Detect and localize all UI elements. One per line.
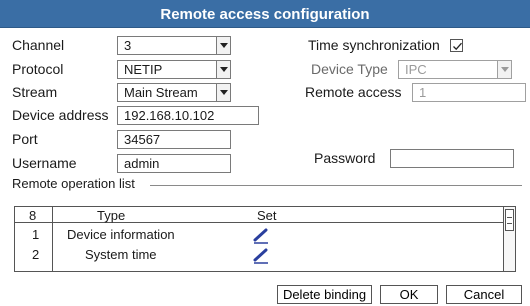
list-item[interactable]: 2 System time	[15, 245, 503, 265]
username-label: Username	[12, 155, 77, 171]
pen-icon[interactable]	[251, 227, 271, 245]
column-header-type[interactable]: Type	[97, 208, 125, 223]
stream-select[interactable]: Main Stream	[117, 83, 231, 102]
row-index: 2	[32, 247, 40, 262]
dialog-title: Remote access configuration	[160, 6, 370, 23]
password-input[interactable]	[390, 149, 514, 168]
device-type-select[interactable]: IPC	[398, 60, 512, 79]
protocol-label: Protocol	[12, 61, 64, 77]
section-divider	[150, 185, 522, 186]
channel-value: 3	[124, 38, 132, 53]
protocol-select[interactable]: NETIP	[117, 60, 231, 79]
row-type: Device information	[67, 227, 175, 242]
list-scrollbar[interactable]	[503, 207, 515, 271]
password-label: Password	[314, 150, 376, 166]
column-header-set[interactable]: Set	[257, 208, 277, 223]
stream-label: Stream	[12, 84, 58, 100]
remote-access-input[interactable]: 1	[412, 83, 526, 102]
time-sync-checkbox[interactable]	[450, 39, 463, 52]
pen-icon[interactable]	[251, 247, 271, 265]
protocol-value: NETIP	[124, 62, 163, 77]
list-count: 8	[29, 208, 37, 223]
channel-select[interactable]: 3	[117, 36, 231, 55]
device-type-label: Device Type	[311, 61, 388, 77]
remote-access-dialog: Remote access configuration Channel 3 Pr…	[0, 0, 530, 306]
chevron-down-icon[interactable]	[497, 61, 511, 78]
remote-operation-list-label: Remote operation list	[12, 176, 135, 191]
username-input[interactable]: admin	[117, 154, 231, 173]
device-address-label: Device address	[12, 107, 109, 123]
port-input[interactable]: 34567	[117, 130, 231, 149]
checkmark-icon	[453, 42, 462, 51]
ok-button[interactable]: OK	[380, 285, 438, 304]
row-index: 1	[32, 227, 40, 242]
chevron-down-icon[interactable]	[216, 84, 230, 101]
time-sync-label: Time synchronization	[308, 37, 440, 53]
remote-operation-list[interactable]: 8 Type Set 1 Device information 2 System…	[14, 206, 516, 272]
list-header: 8 Type Set	[15, 207, 503, 223]
cancel-button[interactable]: Cancel	[446, 285, 522, 304]
device-address-input[interactable]: 192.168.10.102	[117, 106, 259, 125]
row-type: System time	[85, 247, 157, 262]
chevron-down-icon[interactable]	[216, 61, 230, 78]
chevron-down-icon[interactable]	[216, 37, 230, 54]
channel-label: Channel	[12, 37, 65, 53]
stream-value: Main Stream	[124, 85, 198, 100]
delete-binding-button[interactable]: Delete binding	[277, 285, 372, 304]
port-label: Port	[12, 131, 38, 147]
list-item[interactable]: 1 Device information	[15, 225, 503, 245]
device-type-value: IPC	[405, 62, 427, 77]
scroll-thumb[interactable]	[505, 209, 514, 231]
title-bar[interactable]: Remote access configuration	[0, 0, 530, 28]
remote-access-label: Remote access	[305, 84, 402, 100]
